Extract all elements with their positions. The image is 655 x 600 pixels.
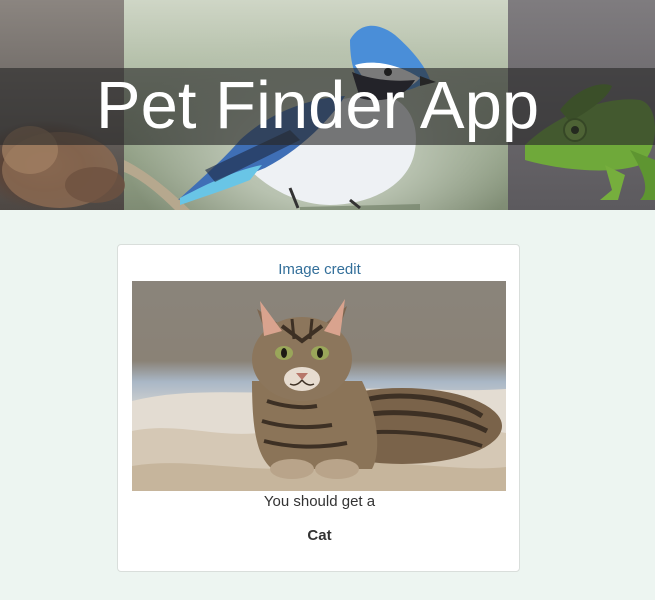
image-credit-link[interactable]: Image credit [118, 261, 521, 279]
result-pet-name: Cat [307, 527, 332, 544]
pet-photo [132, 281, 506, 491]
result-intro-text: You should get a [263, 493, 376, 510]
cat-illustration [132, 299, 506, 491]
result-card: Image credit You should get a Cat [117, 244, 520, 572]
header-banner: Pet Finder App [0, 0, 655, 210]
app-title: Pet Finder App [95, 68, 540, 143]
